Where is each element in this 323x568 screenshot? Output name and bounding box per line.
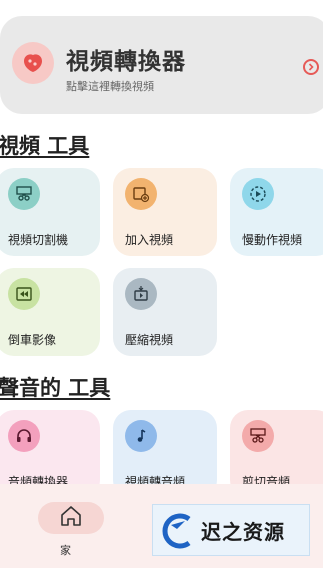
video-converter-icon [12,42,54,84]
headphones-icon [8,420,40,452]
tool-slow-motion[interactable]: 慢動作視頻 [230,168,323,256]
add-video-icon [125,178,157,210]
banner-title: 視頻轉換器 [66,49,186,75]
nav-home-button[interactable] [38,502,104,534]
tool-label: 慢動作視頻 [242,233,303,247]
chevron-right-icon[interactable] [303,59,319,75]
tool-label: 視頻切割機 [8,233,69,247]
reverse-video-icon [8,278,40,310]
watermark: 迟之资源 [152,504,310,556]
tool-label: 加入視頻 [125,233,174,247]
watermark-logo [162,513,191,549]
banner-subtitle: 點擊這裡轉換視頻 [66,80,154,93]
watermark-text: 迟之资源 [201,519,285,544]
film-scissors-icon [8,178,40,210]
audio-cut-icon [242,420,274,452]
tool-add-video[interactable]: 加入視頻 [113,168,217,256]
audio-tools-title: 聲音的 工具 [0,376,111,400]
tool-reverse-video[interactable]: 倒車影像 [0,268,100,356]
tool-video-cutter[interactable]: 視頻切割機 [0,168,100,256]
tool-label: 倒車影像 [8,333,57,347]
tool-label: 壓縮視頻 [125,333,174,347]
nav-home-label: 家 [60,544,71,557]
video-tools-title: 視頻 工具 [0,134,90,158]
slow-motion-icon [242,178,274,210]
music-note-icon [125,420,157,452]
compress-video-icon [125,278,157,310]
tool-compress-video[interactable]: 壓縮視頻 [113,268,217,356]
home-icon [59,505,83,531]
video-converter-banner[interactable]: 視頻轉換器 點擊這裡轉換視頻 [0,16,323,114]
